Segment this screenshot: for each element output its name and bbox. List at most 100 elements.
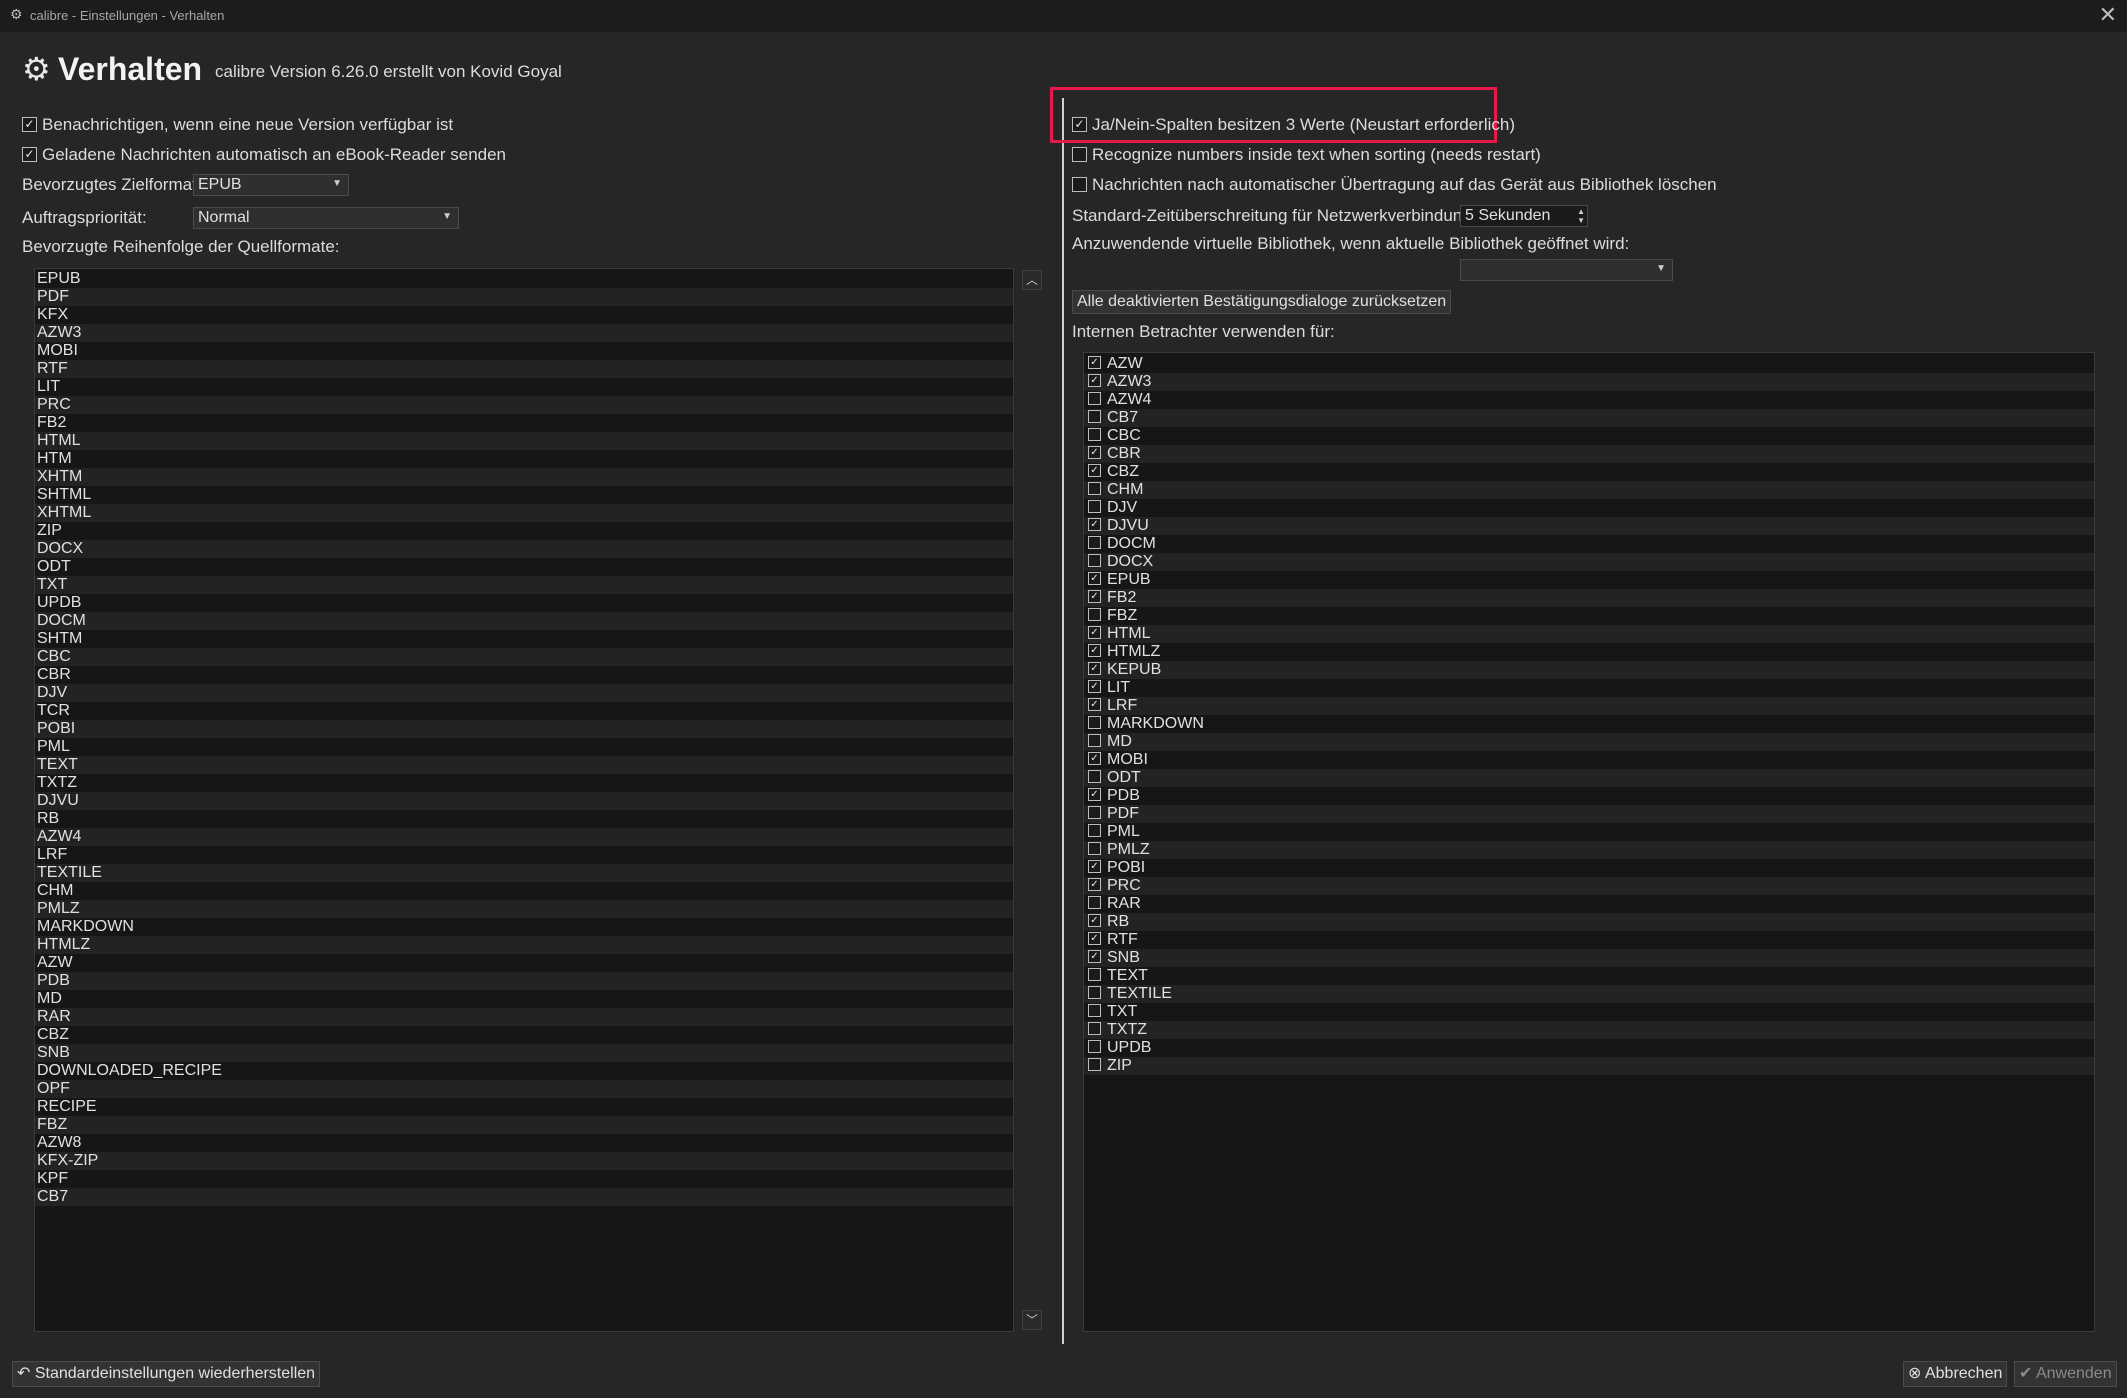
list-item[interactable]: RB <box>35 810 1013 828</box>
checkbox-icon[interactable]: ✓ <box>22 147 37 163</box>
checkbox-icon[interactable]: ✓ <box>1088 356 1101 370</box>
checkbox-icon[interactable] <box>1088 392 1101 406</box>
checkbox-icon[interactable] <box>1088 716 1101 730</box>
list-item[interactable]: LRF <box>35 846 1013 864</box>
list-item[interactable]: SHTM <box>35 630 1013 648</box>
list-item[interactable]: CBR <box>35 666 1013 684</box>
reset-confirm-dialogs-button[interactable]: Alle deaktivierten Bestätigungsdialoge z… <box>1072 290 1452 314</box>
viewer-format-item[interactable]: ✓ RTF <box>1084 931 2094 949</box>
input-format-order-list[interactable]: EPUB PDF KFX AZW3 MOBI RTF LIT PRC FB2 HTML HTM XHT… <box>34 268 1014 1332</box>
delete-news-checkbox[interactable]: Nachrichten nach automatischer Übertragu… <box>1072 173 1717 197</box>
virtual-library-select[interactable]: ▼ <box>1460 259 1673 281</box>
output-format-select[interactable]: EPUB ▼ <box>193 174 349 196</box>
list-item[interactable]: KFX <box>35 306 1013 324</box>
list-item[interactable]: POBI <box>35 720 1013 738</box>
viewer-format-item[interactable]: CBC <box>1084 427 2094 445</box>
viewer-format-item[interactable]: ✓ MOBI <box>1084 751 2094 769</box>
viewer-format-item[interactable]: CHM <box>1084 481 2094 499</box>
viewer-format-item[interactable]: AZW4 <box>1084 391 2094 409</box>
viewer-format-item[interactable]: ✓ CBR <box>1084 445 2094 463</box>
viewer-format-item[interactable]: ✓ HTML <box>1084 625 2094 643</box>
list-item[interactable]: FBZ <box>35 1116 1013 1134</box>
checkbox-icon[interactable]: ✓ <box>1088 626 1101 640</box>
viewer-format-item[interactable]: ✓ AZW3 <box>1084 373 2094 391</box>
viewer-format-item[interactable]: TXT <box>1084 1003 2094 1021</box>
list-item[interactable]: TEXTILE <box>35 864 1013 882</box>
viewer-format-item[interactable]: ✓ SNB <box>1084 949 2094 967</box>
viewer-format-item[interactable]: ✓ POBI <box>1084 859 2094 877</box>
checkbox-icon[interactable] <box>1088 1004 1101 1018</box>
viewer-format-item[interactable]: ✓ DJVU <box>1084 517 2094 535</box>
list-item[interactable]: UPDB <box>35 594 1013 612</box>
checkbox-icon[interactable] <box>1088 482 1101 496</box>
list-item[interactable]: MOBI <box>35 342 1013 360</box>
list-item[interactable]: XHTM <box>35 468 1013 486</box>
viewer-format-item[interactable]: ✓ LIT <box>1084 679 2094 697</box>
viewer-format-item[interactable]: ✓ HTMLZ <box>1084 643 2094 661</box>
checkbox-icon[interactable]: ✓ <box>1088 590 1101 604</box>
checkbox-icon[interactable]: ✓ <box>1088 788 1101 802</box>
checkbox-icon[interactable] <box>1088 896 1101 910</box>
list-item[interactable]: OPF <box>35 1080 1013 1098</box>
move-down-button[interactable]: ﹀ <box>1022 1310 1042 1330</box>
move-up-button[interactable]: ︿ <box>1022 270 1042 290</box>
viewer-format-item[interactable]: TEXTILE <box>1084 985 2094 1003</box>
list-item[interactable]: MD <box>35 990 1013 1008</box>
viewer-format-item[interactable]: TEXT <box>1084 967 2094 985</box>
checkbox-icon[interactable]: ✓ <box>1088 878 1101 892</box>
list-item[interactable]: RAR <box>35 1008 1013 1026</box>
checkbox-icon[interactable]: ✓ <box>1088 932 1101 946</box>
viewer-format-item[interactable]: ✓ KEPUB <box>1084 661 2094 679</box>
checkbox-icon[interactable]: ✓ <box>1088 464 1101 478</box>
list-item[interactable]: PDB <box>35 972 1013 990</box>
list-item[interactable]: PDF <box>35 288 1013 306</box>
list-item[interactable]: SNB <box>35 1044 1013 1062</box>
viewer-format-item[interactable]: RAR <box>1084 895 2094 913</box>
checkbox-icon[interactable]: ✓ <box>1088 752 1101 766</box>
checkbox-icon[interactable]: ✓ <box>1088 680 1101 694</box>
checkbox-icon[interactable] <box>1088 410 1101 424</box>
list-item[interactable]: XHTML <box>35 504 1013 522</box>
list-item[interactable]: KPF <box>35 1170 1013 1188</box>
checkbox-icon[interactable]: ✓ <box>1088 698 1101 712</box>
list-item[interactable]: TEXT <box>35 756 1013 774</box>
checkbox-icon[interactable]: ✓ <box>1088 950 1101 964</box>
list-item[interactable]: HTM <box>35 450 1013 468</box>
checkbox-icon[interactable] <box>1088 500 1101 514</box>
network-timeout-spinbox[interactable]: 5 Sekunden ▲ ▼ <box>1460 205 1588 227</box>
job-priority-select[interactable]: Normal ▼ <box>193 207 459 229</box>
checkbox-icon[interactable] <box>1088 554 1101 568</box>
auto-send-news-checkbox[interactable]: ✓ Geladene Nachrichten automatisch an eBo… <box>22 143 506 167</box>
list-item[interactable]: LIT <box>35 378 1013 396</box>
viewer-format-item[interactable]: ✓ EPUB <box>1084 571 2094 589</box>
checkbox-icon[interactable]: ✓ <box>1088 860 1101 874</box>
list-item[interactable]: RTF <box>35 360 1013 378</box>
checkbox-icon[interactable]: ✓ <box>1088 518 1101 532</box>
list-item[interactable]: FB2 <box>35 414 1013 432</box>
checkbox-icon[interactable]: ✓ <box>1088 374 1101 388</box>
viewer-format-item[interactable]: DOCM <box>1084 535 2094 553</box>
list-item[interactable]: HTMLZ <box>35 936 1013 954</box>
viewer-format-item[interactable]: ✓ PRC <box>1084 877 2094 895</box>
viewer-format-item[interactable]: ODT <box>1084 769 2094 787</box>
checkbox-icon[interactable]: ✓ <box>22 117 37 133</box>
list-item[interactable]: SHTML <box>35 486 1013 504</box>
checkbox-icon[interactable] <box>1088 968 1101 982</box>
list-item[interactable]: KFX-ZIP <box>35 1152 1013 1170</box>
checkbox-icon[interactable] <box>1088 608 1101 622</box>
viewer-format-item[interactable]: PMLZ <box>1084 841 2094 859</box>
cancel-button[interactable]: ⊗ Abbrechen <box>1903 1361 2008 1387</box>
splitter-divider[interactable] <box>1062 98 1064 1344</box>
list-item[interactable]: DJVU <box>35 792 1013 810</box>
spin-up-icon[interactable]: ▲ <box>1577 207 1585 216</box>
list-item[interactable]: AZW3 <box>35 324 1013 342</box>
checkbox-icon[interactable] <box>1072 177 1087 193</box>
checkbox-icon[interactable] <box>1072 147 1087 163</box>
checkbox-icon[interactable]: ✓ <box>1072 117 1087 133</box>
notify-new-version-checkbox[interactable]: ✓ Benachrichtigen, wenn eine neue Version… <box>22 113 453 137</box>
checkbox-icon[interactable] <box>1088 986 1101 1000</box>
viewer-format-item[interactable]: TXTZ <box>1084 1021 2094 1039</box>
list-item[interactable]: DOWNLOADED_RECIPE <box>35 1062 1013 1080</box>
checkbox-icon[interactable]: ✓ <box>1088 572 1101 586</box>
list-item[interactable]: PRC <box>35 396 1013 414</box>
